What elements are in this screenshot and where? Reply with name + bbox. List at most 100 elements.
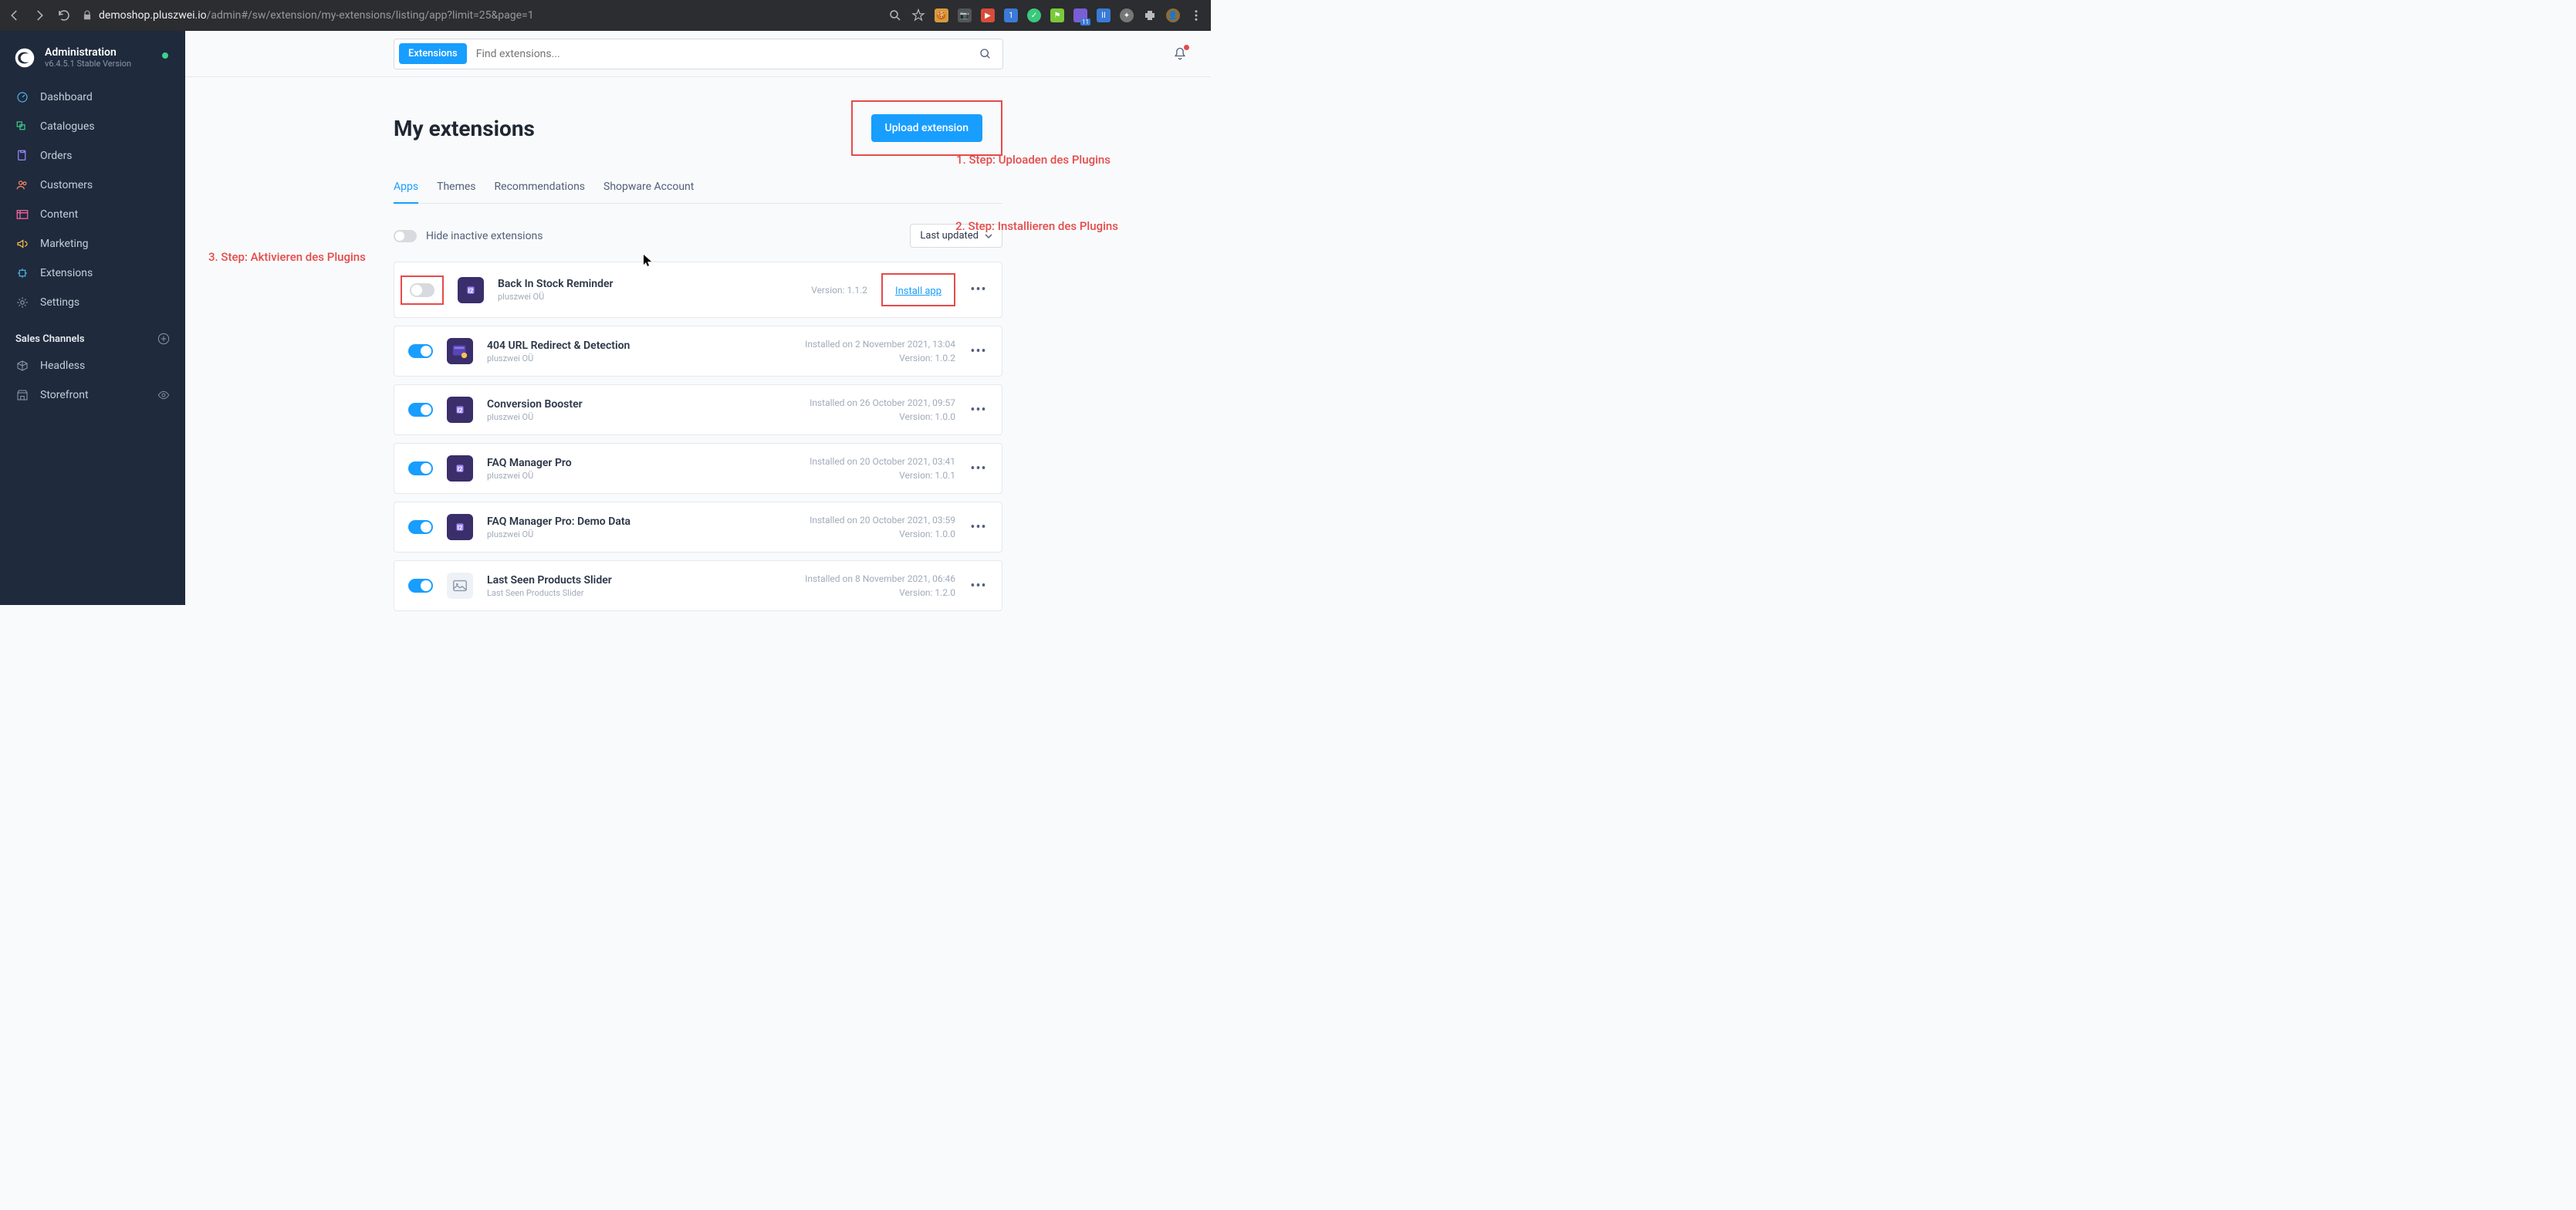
extensions-icon [15, 266, 29, 280]
browser-address-bar[interactable]: demoshop.pluszwei.io/admin#/sw/extension… [82, 9, 877, 22]
extension-toggle[interactable] [408, 403, 433, 417]
extension-vendor: pluszwei OÜ [487, 471, 787, 481]
extension-more-button[interactable]: ••• [969, 401, 988, 419]
eye-icon[interactable] [157, 389, 170, 401]
svg-text:l2: l2 [458, 525, 463, 532]
extension-toggle[interactable] [410, 283, 434, 297]
sidebar-item-content[interactable]: Content [0, 200, 185, 229]
extension-more-button[interactable]: ••• [969, 342, 988, 360]
extension-more-button[interactable]: ••• [969, 518, 988, 536]
catalogues-icon [15, 120, 29, 134]
sales-channel-label: Storefront [40, 389, 89, 401]
notifications-icon[interactable] [1172, 46, 1188, 62]
hide-inactive-toggle[interactable]: Hide inactive extensions [394, 230, 543, 242]
annotation-step-2: 2. Step: Installieren des Plugins [955, 219, 1118, 233]
sidebar-item-settings[interactable]: Settings [0, 288, 185, 317]
tab-label: Recommendations [495, 181, 586, 193]
ext-cookie-icon[interactable]: 🍪 [935, 8, 948, 22]
extension-more-button[interactable]: ••• [969, 459, 988, 478]
url-domain: demoshop.pluszwei.io [99, 9, 207, 22]
sales-channels-header: Sales Channels [0, 317, 185, 351]
extension-meta: Installed on 20 October 2021, 03:59Versi… [801, 513, 955, 541]
search-bar[interactable]: Extensions [394, 39, 1003, 69]
upload-highlight-box: Upload extension [851, 100, 1002, 156]
store-icon [15, 388, 29, 402]
customers-icon [15, 178, 29, 192]
extension-toggle[interactable] [408, 461, 433, 475]
extension-row: l2 FAQ Manager Pro pluszwei OÜ Installed… [394, 443, 1002, 494]
tab-apps[interactable]: Apps [394, 174, 418, 204]
extension-vendor: pluszwei OÜ [498, 292, 699, 302]
tab-themes[interactable]: Themes [437, 174, 475, 203]
extension-icon: l2 [447, 455, 473, 482]
sidebar-item-marketing[interactable]: Marketing [0, 229, 185, 259]
brand: Administration v6.4.5.1 Stable Version [0, 42, 185, 83]
extension-name: FAQ Manager Pro [487, 457, 787, 469]
notification-dot [1184, 45, 1189, 50]
ext-purple-icon[interactable]: 11 [1073, 8, 1087, 22]
extension-icon [447, 338, 473, 364]
ext-camera-icon[interactable]: 📷 [958, 8, 972, 22]
sidebar-item-customers[interactable]: Customers [0, 171, 185, 200]
extension-name: 404 URL Redirect & Detection [487, 340, 787, 352]
tab-recommendations[interactable]: Recommendations [495, 174, 586, 203]
extension-toggle[interactable] [408, 579, 433, 593]
upload-extension-button[interactable]: Upload extension [871, 114, 982, 142]
browser-forward-icon[interactable] [32, 8, 46, 22]
sidebar-item-label: Dashboard [40, 91, 93, 103]
extension-meta: Installed on 20 October 2021, 03:41Versi… [801, 455, 955, 482]
profile-avatar-icon[interactable]: 👤 [1166, 8, 1180, 22]
extension-more-button[interactable]: ••• [969, 281, 988, 299]
star-icon[interactable] [911, 8, 925, 22]
chevron-down-icon [985, 232, 992, 240]
hide-inactive-switch[interactable] [394, 230, 417, 242]
annotation-step-3: 3. Step: Aktivieren des Plugins [208, 250, 366, 264]
search-input[interactable] [467, 48, 979, 60]
extension-row: l2 Back In Stock Reminder pluszwei OÜ Ve… [394, 262, 1002, 318]
sidebar-item-label: Customers [40, 179, 93, 191]
add-channel-icon[interactable] [157, 333, 170, 345]
extension-name: Last Seen Products Slider [487, 574, 787, 586]
search-context-tag[interactable]: Extensions [399, 43, 467, 64]
ext-flag-icon[interactable]: ⚑ [1050, 8, 1064, 22]
search-icon[interactable] [979, 48, 992, 60]
svg-text:l2: l2 [458, 407, 463, 415]
main-content: Extensions My extensions Upload extensio… [185, 31, 1211, 605]
extension-meta: Version: 1.1.2 [713, 283, 867, 297]
box-icon [15, 359, 29, 373]
browser-menu-icon[interactable] [1189, 8, 1203, 22]
page-title: My extensions [394, 116, 535, 141]
sidebar-item-orders[interactable]: Orders [0, 141, 185, 171]
sidebar-item-extensions[interactable]: Extensions [0, 259, 185, 288]
browser-reload-icon[interactable] [57, 8, 71, 22]
sales-channel-item[interactable]: Headless [0, 351, 185, 380]
extension-toggle[interactable] [408, 520, 433, 534]
sidebar-item-catalogues[interactable]: Catalogues [0, 112, 185, 141]
ext-badge-count: 11 [1080, 19, 1090, 25]
content-wrapper: My extensions Upload extension Apps Theme… [185, 77, 1211, 611]
sidebar-item-label: Orders [40, 150, 73, 162]
install-app-link[interactable]: Install app [895, 286, 941, 297]
extension-vendor: pluszwei OÜ [487, 412, 787, 422]
url-path: /admin#/sw/extension/my-extensions/listi… [207, 9, 534, 22]
extension-info: Back In Stock Reminder pluszwei OÜ [498, 278, 699, 302]
ext-badge-icon[interactable]: 1 [1004, 8, 1018, 22]
extension-info: Last Seen Products Slider Last Seen Prod… [487, 574, 787, 598]
hide-inactive-label: Hide inactive extensions [426, 230, 543, 242]
ext-green-icon[interactable]: ✓ [1027, 8, 1041, 22]
svg-text:l2: l2 [458, 466, 463, 474]
search-icon[interactable] [888, 8, 902, 22]
tab-label: Apps [394, 181, 418, 193]
ext-blue-icon[interactable]: II [1097, 8, 1111, 22]
browser-back-icon[interactable] [8, 8, 22, 22]
extension-more-button[interactable]: ••• [969, 576, 988, 595]
extension-icon: l2 [447, 397, 473, 423]
tab-shopware-account[interactable]: Shopware Account [603, 174, 694, 203]
svg-text:l2: l2 [468, 287, 474, 295]
sidebar-item-dashboard[interactable]: Dashboard [0, 83, 185, 112]
puzzle-icon[interactable] [1143, 8, 1157, 22]
ext-gray-icon[interactable]: ✦ [1120, 8, 1134, 22]
extension-toggle[interactable] [408, 344, 433, 358]
sales-channel-item[interactable]: Storefront [0, 380, 185, 410]
ext-red-icon[interactable]: ▶ [981, 8, 995, 22]
